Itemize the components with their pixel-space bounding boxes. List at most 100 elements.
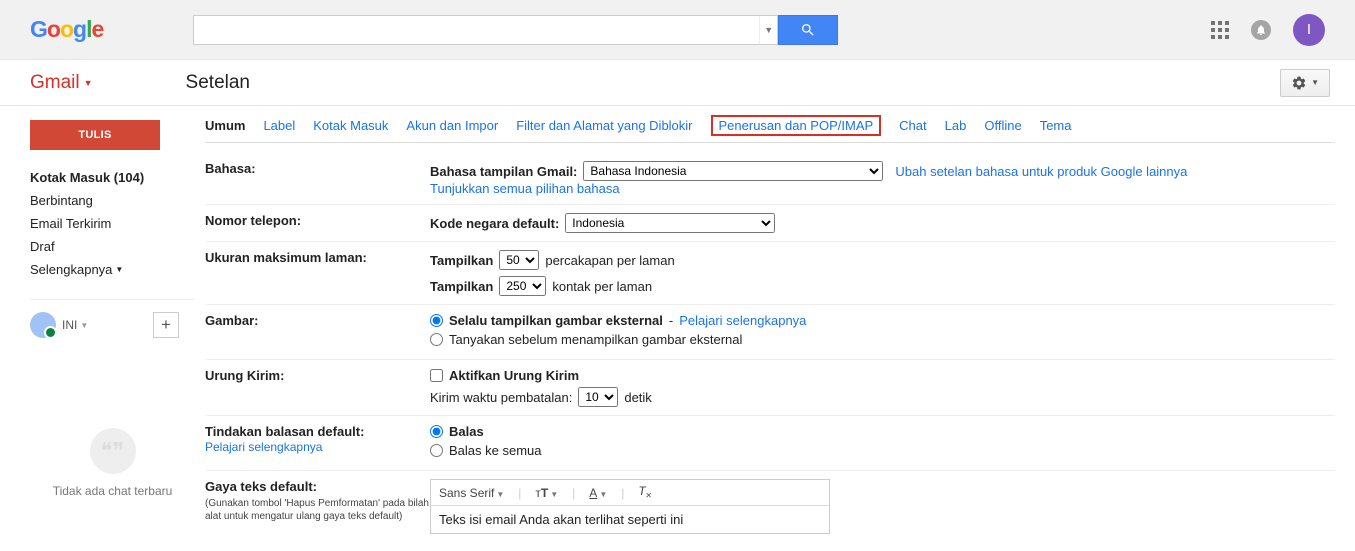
- font-select[interactable]: Sans Serif▼: [439, 486, 504, 500]
- sidebar-item-sent[interactable]: Email Terkirim: [30, 212, 195, 235]
- checkbox-urung[interactable]: [430, 369, 443, 382]
- label-ukuran: Ukuran maksimum laman:: [205, 250, 430, 296]
- link-balasan-pelajari[interactable]: Pelajari selengkapnya: [205, 440, 322, 454]
- sidebar-item-draft[interactable]: Draf: [30, 235, 195, 258]
- link-tunjukkan-bahasa[interactable]: Tunjukkan semua pilihan bahasa: [430, 181, 620, 196]
- setting-nomor: Nomor telepon: Kode negara default: Indo…: [205, 205, 1335, 242]
- radio-balas-semua[interactable]: [430, 444, 443, 457]
- label-urung: Urung Kirim:: [205, 368, 430, 407]
- chevron-down-icon: ▼: [1311, 78, 1319, 87]
- second-bar: Gmail ▼ Setelan ▼: [0, 60, 1355, 106]
- search-icon: [800, 22, 816, 38]
- format-sample: Teks isi email Anda akan terlihat sepert…: [431, 506, 829, 533]
- radio-gambar-selalu[interactable]: [430, 314, 443, 327]
- link-ubah-bahasa[interactable]: Ubah setelan bahasa untuk produk Google …: [895, 164, 1187, 179]
- search-button[interactable]: [778, 15, 838, 45]
- search-input[interactable]: [194, 16, 759, 44]
- setting-urung: Urung Kirim: Aktifkan Urung Kirim Kirim …: [205, 360, 1335, 416]
- compose-button[interactable]: TULIS: [30, 120, 160, 150]
- text-balasan-label: Tindakan balasan default:: [205, 424, 364, 439]
- select-bahasa[interactable]: Bahasa Indonesia: [583, 161, 883, 181]
- chevron-down-icon: ▼: [84, 78, 93, 88]
- gmail-menu[interactable]: Gmail ▼: [30, 72, 93, 94]
- settings-button[interactable]: ▼: [1280, 69, 1330, 97]
- tab-offline[interactable]: Offline: [984, 118, 1021, 136]
- hangouts-text: Tidak ada chat terbaru: [30, 484, 195, 498]
- setting-gaya: Gaya teks default: (Gunakan tombol 'Hapu…: [205, 471, 1335, 542]
- add-contact-button[interactable]: +: [153, 312, 179, 338]
- field-label-bahasa: Bahasa tampilan Gmail:: [430, 164, 577, 179]
- label-gambar: Gambar:: [205, 313, 430, 351]
- text-urung-sub1: Kirim waktu pembatalan:: [430, 390, 572, 405]
- link-gambar-pelajari[interactable]: Pelajari selengkapnya: [679, 313, 806, 328]
- tab-akun[interactable]: Akun dan Impor: [406, 118, 498, 136]
- tab-penerusan[interactable]: Penerusan dan POP/IMAP: [711, 115, 882, 136]
- search-box: ▼: [193, 15, 778, 45]
- google-logo[interactable]: Google: [30, 16, 103, 43]
- chevron-down-icon: ▼: [115, 265, 123, 274]
- text-tampilkan2: Tampilkan: [430, 279, 493, 294]
- setting-ukuran: Ukuran maksimum laman: Tampilkan 50 perc…: [205, 242, 1335, 305]
- sidebar: TULIS Kotak Masuk (104) Berbintang Email…: [0, 106, 195, 542]
- format-box: Sans Serif▼ | тT▼ | A▼ | T× Teks isi ema…: [430, 479, 830, 534]
- label-balasan: Tindakan balasan default: Pelajari selen…: [205, 424, 430, 462]
- sidebar-more-label: Selengkapnya: [30, 262, 112, 277]
- hangouts-icon: ❝❞: [90, 428, 136, 474]
- hangouts-panel: ❝❞ Tidak ada chat terbaru: [30, 428, 195, 498]
- page-title: Setelan: [186, 72, 250, 94]
- text-urung-sub2: detik: [624, 390, 651, 405]
- text-kontak: kontak per laman: [552, 279, 652, 294]
- search-wrap: ▼: [193, 15, 838, 45]
- field-label-nomor: Kode negara default:: [430, 216, 559, 231]
- clear-format-button[interactable]: T×: [638, 484, 651, 501]
- font-size-select[interactable]: тT▼: [535, 486, 558, 500]
- radio-balas[interactable]: [430, 425, 443, 438]
- select-percakapan[interactable]: 50: [499, 250, 539, 270]
- text-gambar-opt2: Tanyakan sebelum menampilkan gambar ekst…: [449, 332, 742, 347]
- font-color-select[interactable]: A▼: [589, 486, 607, 500]
- select-kontak[interactable]: 250: [499, 276, 546, 296]
- tab-tema[interactable]: Tema: [1040, 118, 1072, 136]
- setting-bahasa: Bahasa: Bahasa tampilan Gmail: Bahasa In…: [205, 153, 1335, 205]
- avatar[interactable]: I: [1293, 14, 1325, 46]
- text-urung-chk: Aktifkan Urung Kirim: [449, 368, 579, 383]
- select-urung[interactable]: 10: [578, 387, 618, 407]
- topbar-right: I: [1211, 14, 1325, 46]
- setting-balasan: Tindakan balasan default: Pelajari selen…: [205, 416, 1335, 471]
- tab-filter[interactable]: Filter dan Alamat yang Diblokir: [516, 118, 692, 136]
- text-balas: Balas: [449, 424, 484, 439]
- main: Umum Label Kotak Masuk Akun dan Impor Fi…: [195, 106, 1355, 542]
- format-toolbar: Sans Serif▼ | тT▼ | A▼ | T×: [431, 480, 829, 506]
- sidebar-item-more[interactable]: Selengkapnya ▼: [30, 258, 195, 281]
- settings-tabs: Umum Label Kotak Masuk Akun dan Impor Fi…: [205, 118, 1335, 143]
- search-dropdown[interactable]: ▼: [759, 16, 777, 44]
- sidebar-item-inbox[interactable]: Kotak Masuk (104): [30, 166, 195, 189]
- sidebar-item-starred[interactable]: Berbintang: [30, 189, 195, 212]
- label-gaya: Gaya teks default: (Gunakan tombol 'Hapu…: [205, 479, 430, 534]
- tab-chat[interactable]: Chat: [899, 118, 926, 136]
- apps-icon[interactable]: [1211, 21, 1229, 39]
- notifications-icon[interactable]: [1251, 20, 1271, 40]
- text-tampilkan1: Tampilkan: [430, 253, 493, 268]
- radio-gambar-tanya[interactable]: [430, 333, 443, 346]
- text-gaya-note: (Gunakan tombol 'Hapus Pemformatan' pada…: [205, 497, 430, 523]
- setting-gambar: Gambar: Selalu tampilkan gambar eksterna…: [205, 305, 1335, 360]
- user-row: INI ▼ +: [30, 299, 195, 338]
- label-nomor: Nomor telepon:: [205, 213, 430, 233]
- tab-kotak-masuk[interactable]: Kotak Masuk: [313, 118, 388, 136]
- tab-lab[interactable]: Lab: [945, 118, 967, 136]
- select-negara[interactable]: Indonesia: [565, 213, 775, 233]
- tab-umum[interactable]: Umum: [205, 118, 245, 136]
- gmail-label-text: Gmail: [30, 72, 80, 94]
- text-balas-semua: Balas ke semua: [449, 443, 542, 458]
- tab-label[interactable]: Label: [263, 118, 295, 136]
- user-name[interactable]: INI ▼: [62, 318, 88, 332]
- user-avatar-icon[interactable]: [30, 312, 56, 338]
- text-gaya-label: Gaya teks default:: [205, 479, 317, 494]
- text-gambar-opt1: Selalu tampilkan gambar eksternal: [449, 313, 663, 328]
- top-bar: Google ▼ I: [0, 0, 1355, 60]
- gear-icon: [1291, 75, 1307, 91]
- chevron-down-icon: ▼: [80, 321, 88, 330]
- text-percakapan: percakapan per laman: [545, 253, 674, 268]
- label-bahasa: Bahasa:: [205, 161, 430, 196]
